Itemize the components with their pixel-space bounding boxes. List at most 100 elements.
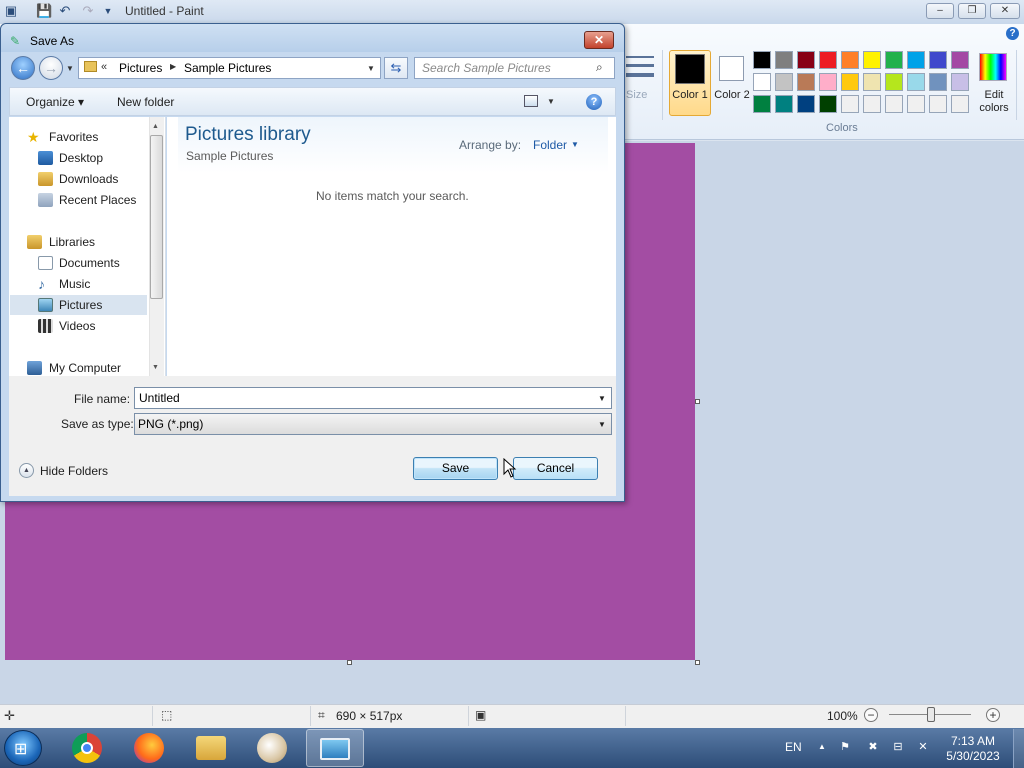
recent-pages-dropdown[interactable]: ▼: [66, 64, 74, 73]
refresh-button[interactable]: ⇆: [384, 57, 408, 79]
help-icon[interactable]: ?: [586, 94, 602, 110]
network-error-icon[interactable]: ✖: [866, 740, 880, 754]
palette-swatch[interactable]: [863, 51, 881, 69]
palette-swatch[interactable]: [863, 73, 881, 91]
undo-icon[interactable]: ↶: [57, 3, 73, 19]
resize-handle-corner[interactable]: [695, 660, 700, 665]
zoom-slider-thumb[interactable]: [927, 707, 935, 722]
color2-swatch[interactable]: [719, 56, 744, 81]
edit-colors-icon[interactable]: [979, 53, 1007, 81]
palette-swatch[interactable]: [775, 73, 793, 91]
show-desktop-button[interactable]: [1013, 729, 1024, 768]
palette-swatch[interactable]: [929, 73, 947, 91]
nav-desktop[interactable]: Desktop: [21, 148, 147, 168]
palette-swatch[interactable]: [775, 51, 793, 69]
close-button[interactable]: ✕: [990, 3, 1020, 19]
minimize-button[interactable]: –: [926, 3, 954, 19]
zoom-in-button[interactable]: +: [986, 708, 1000, 722]
palette-swatch[interactable]: [951, 73, 969, 91]
palette-swatch[interactable]: [753, 73, 771, 91]
new-folder-button[interactable]: New folder: [117, 95, 174, 109]
palette-swatch[interactable]: [907, 73, 925, 91]
palette-swatch[interactable]: [929, 95, 947, 113]
palette-swatch[interactable]: [907, 95, 925, 113]
nav-libraries[interactable]: Libraries: [21, 232, 147, 252]
nav-scroll-thumb[interactable]: [150, 135, 163, 299]
action-center-icon[interactable]: ⚑: [838, 740, 852, 754]
scroll-down-icon[interactable]: ▼: [152, 364, 159, 371]
scroll-up-icon[interactable]: ▲: [152, 123, 159, 130]
views-dropdown-icon[interactable]: ▼: [547, 97, 555, 106]
tray-clock[interactable]: 7:13 AM 5/30/2023: [940, 734, 1006, 764]
customize-toolbar-icon[interactable]: ▼: [100, 3, 116, 19]
palette-swatch[interactable]: [841, 73, 859, 91]
edit-colors-label[interactable]: Edit colors: [975, 89, 1013, 115]
palette-swatch[interactable]: [753, 51, 771, 69]
show-hidden-icons-icon[interactable]: ▲: [815, 740, 829, 754]
hide-folders-button[interactable]: Hide Folders: [18, 462, 108, 480]
palette-swatch[interactable]: [885, 51, 903, 69]
nav-favorites[interactable]: ★ Favorites: [21, 127, 147, 147]
palette-swatch[interactable]: [885, 73, 903, 91]
language-indicator[interactable]: EN: [785, 740, 802, 754]
nav-recent-places[interactable]: Recent Places: [21, 190, 147, 210]
nav-my-computer[interactable]: My Computer: [21, 358, 147, 378]
dialog-close-button[interactable]: ✕: [584, 31, 614, 49]
palette-swatch[interactable]: [797, 73, 815, 91]
nav-documents[interactable]: Documents: [21, 253, 147, 273]
palette-swatch[interactable]: [819, 51, 837, 69]
redo-icon[interactable]: ↷: [80, 3, 96, 19]
save-type-select[interactable]: PNG (*.png): [134, 413, 612, 435]
forward-button[interactable]: →: [39, 56, 63, 80]
nav-videos[interactable]: Videos: [21, 316, 147, 336]
palette-swatch[interactable]: [841, 95, 859, 113]
palette-swatch[interactable]: [863, 95, 881, 113]
save-type-dropdown-icon[interactable]: ▼: [598, 420, 606, 429]
volume-muted-icon[interactable]: ✕: [916, 740, 930, 754]
save-button[interactable]: Save: [413, 457, 498, 480]
color2-label[interactable]: Color 2: [712, 89, 752, 102]
palette-swatch[interactable]: [841, 51, 859, 69]
palette-swatch[interactable]: [951, 95, 969, 113]
change-view-icon[interactable]: [524, 95, 538, 107]
restore-button[interactable]: ❐: [958, 3, 986, 19]
search-icon[interactable]: ⌕: [596, 60, 603, 75]
taskbar-explorer[interactable]: [183, 729, 241, 767]
taskbar-chrome[interactable]: [59, 729, 117, 767]
palette-swatch[interactable]: [775, 95, 793, 113]
zoom-out-button[interactable]: −: [864, 708, 878, 722]
palette-swatch[interactable]: [907, 51, 925, 69]
help-icon[interactable]: ?: [1006, 27, 1019, 40]
paint-app-menu-icon[interactable]: ▣: [3, 3, 19, 19]
taskbar-paint-active[interactable]: [306, 729, 364, 767]
breadcrumb-sample-pictures[interactable]: Sample Pictures: [184, 61, 271, 75]
resize-handle-bottom[interactable]: [347, 660, 352, 665]
cancel-button[interactable]: Cancel: [513, 457, 598, 480]
palette-swatch[interactable]: [797, 51, 815, 69]
breadcrumb-pictures[interactable]: Pictures: [119, 61, 162, 75]
file-name-input[interactable]: Untitled: [134, 387, 612, 409]
back-button[interactable]: ←: [11, 56, 35, 80]
taskbar-firefox[interactable]: [121, 729, 179, 767]
breadcrumb-overflow[interactable]: «: [101, 61, 107, 73]
palette-swatch[interactable]: [951, 51, 969, 69]
quick-save-icon[interactable]: 💾: [36, 3, 52, 19]
palette-swatch[interactable]: [797, 95, 815, 113]
file-name-dropdown-icon[interactable]: ▼: [598, 394, 606, 403]
nav-downloads[interactable]: Downloads: [21, 169, 147, 189]
palette-swatch[interactable]: [819, 95, 837, 113]
address-dropdown-icon[interactable]: ▼: [367, 64, 375, 73]
size-button[interactable]: [622, 52, 658, 112]
resize-handle-right[interactable]: [695, 399, 700, 404]
palette-swatch[interactable]: [929, 51, 947, 69]
breadcrumb-chevron-icon[interactable]: ▶: [170, 62, 176, 71]
network-icon[interactable]: ⊟: [891, 740, 905, 754]
arrange-chevron-down-icon[interactable]: ▼: [571, 140, 579, 149]
organize-button[interactable]: Organize ▾: [26, 95, 84, 109]
palette-swatch[interactable]: [753, 95, 771, 113]
arrange-by-dropdown[interactable]: Folder: [533, 138, 567, 152]
taskbar-paint[interactable]: [244, 729, 302, 767]
palette-swatch[interactable]: [819, 73, 837, 91]
nav-music[interactable]: ♪ Music: [21, 274, 147, 294]
nav-pictures[interactable]: Pictures: [10, 295, 147, 315]
